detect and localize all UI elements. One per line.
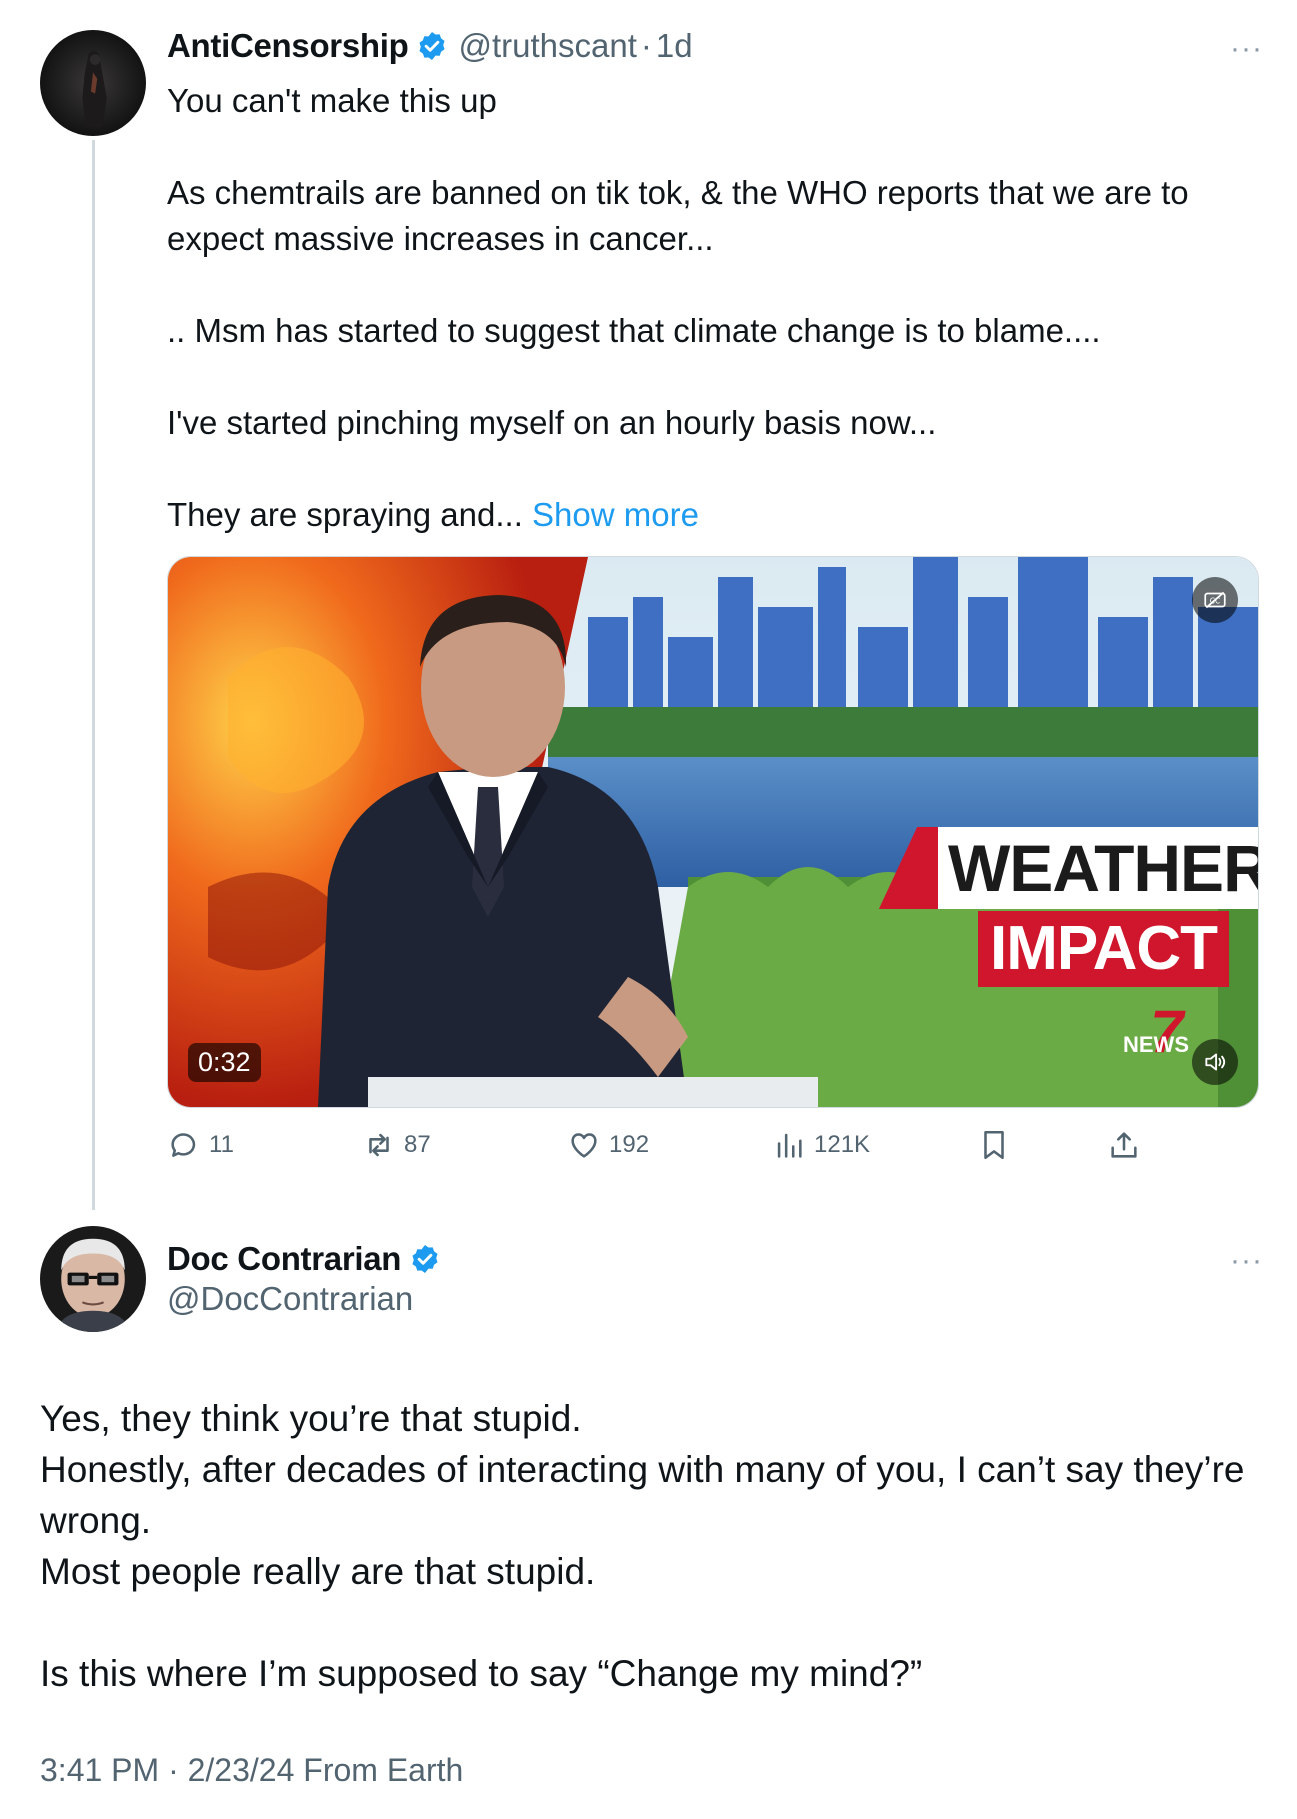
post-line: Yes, they think you’re that stupid. (40, 1398, 582, 1439)
author-avatar[interactable] (40, 1226, 146, 1332)
show-more-link[interactable]: Show more (532, 496, 699, 533)
post-paragraph: .. Msm has started to suggest that clima… (167, 312, 1101, 349)
banner-title: WEATHER (938, 827, 1258, 909)
repost-button[interactable]: 87 (362, 1128, 431, 1162)
bookmark-icon (984, 1130, 1004, 1160)
banner-subtitle: IMPACT (978, 911, 1230, 987)
reply-icon (171, 1133, 196, 1157)
post2-body: Yes, they think you’re that stupid. Hone… (40, 1393, 1260, 1699)
video-duration: 0:32 (188, 1043, 261, 1082)
reply-count: 11 (209, 1131, 234, 1158)
like-count: 192 (609, 1131, 650, 1158)
thread-connector-line (92, 140, 95, 1210)
post-timestamp[interactable]: 3:41 PM · 2/23/24 From Earth (40, 1752, 463, 1789)
more-options-button[interactable]: ··· (1230, 34, 1263, 64)
author-handle[interactable]: @DocContrarian (167, 1280, 413, 1318)
author-avatar[interactable] (40, 30, 146, 136)
post-paragraph: As chemtrails are banned on tik tok, & t… (167, 174, 1189, 257)
video-player[interactable]: WEATHER IMPACT 7 NEWS 0:32 CC (167, 556, 1259, 1108)
author-handle[interactable]: @truthscant (458, 27, 636, 65)
weather-impact-banner: WEATHER IMPACT (828, 827, 1258, 997)
bookmark-button[interactable] (977, 1128, 1019, 1162)
share-button[interactable] (1107, 1128, 1149, 1162)
post-paragraph: I've started pinching myself on an hourl… (167, 404, 937, 441)
more-options-button[interactable]: ··· (1230, 1246, 1263, 1276)
channel-logo-text: NEWS (1123, 1032, 1189, 1057)
post1-body: You can't make this up As chemtrails are… (167, 78, 1257, 538)
post-paragraph-last: They are spraying and... Show more (167, 492, 1257, 538)
captions-off-icon[interactable]: CC (1192, 577, 1238, 623)
reply-button[interactable]: 11 (167, 1128, 234, 1162)
views-button[interactable]: 121K (772, 1128, 870, 1162)
post1-header: AntiCensorship @truthscant · 1d (167, 20, 693, 72)
volume-icon[interactable] (1192, 1039, 1238, 1085)
author-display-name[interactable]: Doc Contrarian (167, 1240, 401, 1278)
like-button[interactable]: 192 (567, 1128, 649, 1162)
post-line: Most people really are that stupid. (40, 1551, 596, 1592)
repost-icon (369, 1133, 389, 1157)
author-display-name[interactable]: AntiCensorship (167, 27, 409, 65)
post-paragraph-text: They are spraying and... (167, 496, 523, 533)
post2-header: Doc Contrarian (167, 1236, 441, 1282)
share-icon (1111, 1132, 1137, 1158)
heart-icon (571, 1133, 597, 1158)
post-paragraph: You can't make this up (167, 82, 497, 119)
post-closing-line: Is this where I’m supposed to say “Chang… (40, 1653, 923, 1694)
views-count: 121K (814, 1131, 871, 1158)
verified-badge-icon (419, 32, 446, 60)
post-line: Honestly, after decades of interacting w… (40, 1449, 1245, 1541)
repost-count: 87 (404, 1131, 431, 1158)
separator-dot: · (640, 27, 652, 64)
verified-badge-icon (412, 1245, 438, 1273)
post-age[interactable]: 1d (656, 27, 693, 65)
views-chart-icon (777, 1133, 802, 1158)
